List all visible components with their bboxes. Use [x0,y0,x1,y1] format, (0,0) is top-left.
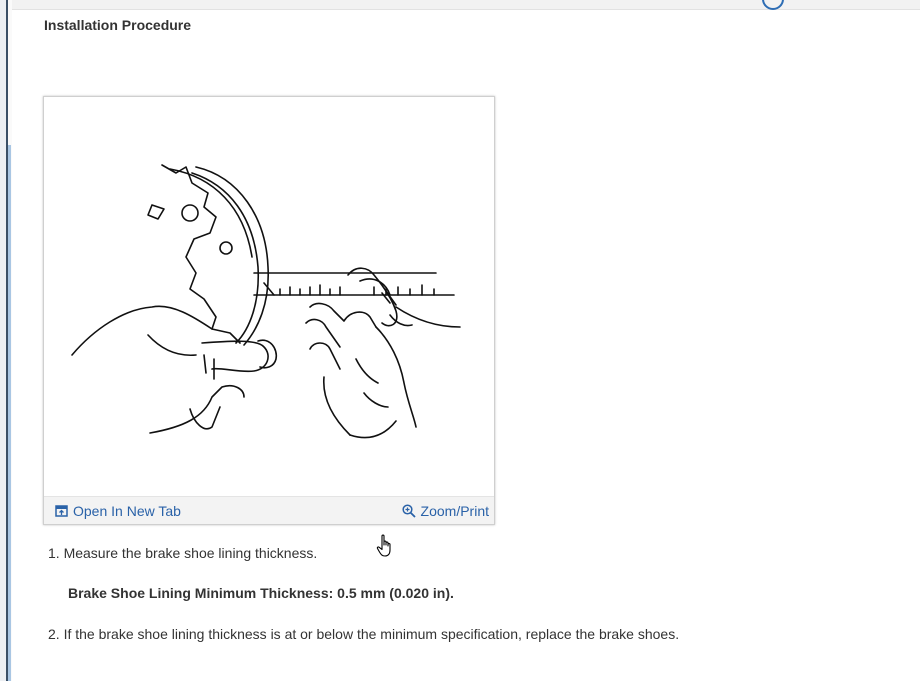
open-in-new-tab-label: Open In New Tab [73,503,181,519]
open-in-new-tab-icon [55,505,68,517]
brake-shoe-illustration[interactable] [44,97,494,497]
step-2-text: 2. If the brake shoe lining thickness is… [48,626,680,642]
open-in-new-tab-link[interactable]: Open In New Tab [55,503,181,519]
top-bar [12,0,920,10]
zoom-print-link[interactable]: Zoom/Print [401,503,489,519]
magnifier-icon [401,504,416,518]
step-1-text: 1. Measure the brake shoe lining thickne… [48,545,318,561]
left-rail-accent [8,145,11,681]
hand-cursor-icon [376,534,391,557]
zoom-print-label: Zoom/Print [420,503,489,519]
spec-text: Brake Shoe Lining Minimum Thickness: 0.5… [68,585,454,601]
section-title: Installation Procedure [44,17,192,33]
figure-toolbar: Open In New Tab Zoom/Print [44,496,494,524]
left-rail [0,0,12,681]
figure-panel: Open In New Tab Zoom/Print [43,96,495,525]
top-bar-circle-icon[interactable] [762,0,784,10]
